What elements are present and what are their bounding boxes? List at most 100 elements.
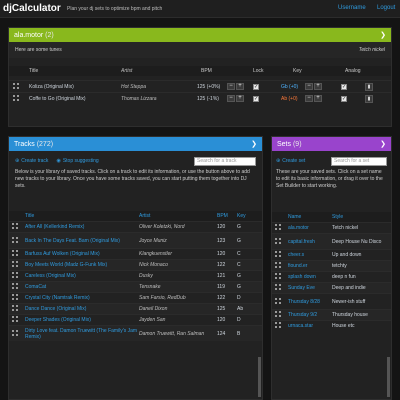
set-row[interactable]: Thursday 9/2 Thursday house	[272, 309, 391, 320]
drag-handle-icon[interactable]	[12, 294, 18, 300]
track-search-input[interactable]	[194, 156, 256, 166]
drag-handle-icon[interactable]	[12, 261, 18, 267]
drag-handle-icon[interactable]	[12, 283, 18, 289]
drag-handle-icon[interactable]	[275, 224, 281, 230]
logout-link[interactable]: Logout	[377, 5, 395, 11]
drag-handle-icon[interactable]	[275, 237, 281, 244]
track-title[interactable]: Boy Meets World (Madz G-Funk Mix)	[25, 262, 139, 268]
key-minus-button[interactable]: −	[305, 95, 313, 102]
set-name[interactable]: ala.motor	[288, 225, 332, 231]
bpm-minus-button[interactable]: −	[227, 95, 235, 102]
key-plus-button[interactable]: +	[314, 95, 322, 102]
track-row[interactable]: After All (Kellerkind Remix) Oliver Kolet…	[9, 221, 262, 232]
set-row[interactable]: urnaca.star House etc	[272, 320, 391, 331]
drag-handle-icon[interactable]	[275, 273, 281, 279]
set-name[interactable]: cheer.s	[288, 252, 332, 258]
set-name[interactable]: Thursday 9/2	[288, 312, 332, 318]
col-style[interactable]: Style	[332, 214, 388, 220]
track-title[interactable]: Deeper Shades (Original Mix)	[25, 317, 139, 323]
tracks-scrollbar[interactable]	[258, 357, 261, 397]
sets-scrollbar[interactable]	[387, 357, 390, 397]
drag-handle-icon[interactable]	[12, 236, 18, 243]
drag-handle-icon[interactable]	[275, 297, 281, 304]
drag-handle-icon[interactable]	[275, 311, 281, 317]
set-builder-header[interactable]: ala.motor (2) ❯	[9, 28, 391, 42]
key-plus-button[interactable]: +	[314, 83, 322, 90]
lock-checkbox[interactable]: ✓	[253, 95, 259, 102]
track-title[interactable]: Dance Dance (Original Mix)	[25, 306, 139, 312]
set-track-row[interactable]: Koliza (Original Mix) Hot Steppa 125 (+0…	[9, 80, 391, 92]
drag-handle-icon[interactable]	[12, 316, 18, 322]
analog-checkbox[interactable]: ✓	[341, 83, 347, 90]
chevron-down-icon[interactable]: ❯	[251, 140, 257, 148]
bpm-minus-button[interactable]: −	[227, 83, 235, 90]
drag-handle-icon[interactable]	[12, 305, 18, 311]
stop-suggesting-link[interactable]: Stop suggesting	[63, 158, 99, 164]
track-row[interactable]: Deeper Shades (Original Mix) Jayden San 12…	[9, 314, 262, 325]
plus-circle-icon[interactable]: ⊕	[15, 158, 19, 164]
set-name[interactable]: splash down	[288, 274, 332, 280]
col-bpm[interactable]: BPM	[217, 213, 237, 219]
drag-handle-icon[interactable]	[275, 251, 281, 257]
drag-handle-icon[interactable]	[12, 272, 18, 278]
track-row[interactable]: Barfuss Auf Wolken (Original Mix) Klangku…	[9, 248, 262, 259]
set-row[interactable]: splash down deep n fun	[272, 271, 391, 282]
track-row[interactable]: Back In The Days Feat. Bam (Original Mix…	[9, 232, 262, 248]
set-row[interactable]: fiound.er tetchty	[272, 260, 391, 271]
trash-icon[interactable]: ▮	[365, 94, 373, 103]
track-row[interactable]: Dance Dance (Original Mix) Daneil Dixon 12…	[9, 303, 262, 314]
set-row[interactable]: cheer.s Up and down	[272, 249, 391, 260]
set-name[interactable]: capital.fresh	[288, 239, 332, 245]
key-minus-button[interactable]: −	[305, 83, 313, 90]
track-title[interactable]: Dirty Love feat. Damon Truewitt (The Fam…	[25, 328, 139, 340]
col-key[interactable]: Key	[237, 213, 257, 219]
brand-logo[interactable]: djCalculator	[3, 3, 61, 14]
set-track-row[interactable]: Coffe to Go (Original Mix) Thomas Lizzar…	[9, 92, 391, 104]
create-set-link[interactable]: Create set	[282, 158, 305, 164]
drag-handle-icon[interactable]	[13, 94, 19, 101]
set-search-input[interactable]	[331, 156, 387, 166]
track-row[interactable]: ComaCat Tensnake 119 G	[9, 281, 262, 292]
track-row[interactable]: Crystal City (Namtrak Remix) Sam Farsio, …	[9, 292, 262, 303]
set-name[interactable]: Sunday Eve	[288, 285, 332, 291]
bpm-plus-button[interactable]: +	[236, 83, 244, 90]
col-title[interactable]: Title	[25, 213, 139, 219]
create-track-link[interactable]: Create track	[21, 158, 48, 164]
track-title[interactable]: After All (Kellerkind Remix)	[25, 224, 139, 230]
track-title[interactable]: Back In The Days Feat. Bam (Original Mix…	[25, 238, 139, 244]
drag-handle-icon[interactable]	[275, 262, 281, 268]
track-title[interactable]: Crystal City (Namtrak Remix)	[25, 295, 139, 301]
col-name[interactable]: Name	[288, 214, 332, 220]
set-row[interactable]: capital.fresh Deep House Nu Disco	[272, 233, 391, 249]
chevron-down-icon[interactable]: ❯	[380, 31, 386, 39]
set-row[interactable]: ala.motor Tetch nickel	[272, 222, 391, 233]
track-title[interactable]: ComaCat	[25, 284, 139, 290]
set-name[interactable]: urnaca.star	[288, 323, 332, 329]
track-row[interactable]: Careless (Original Mix) Dusky 121 G	[9, 270, 262, 281]
drag-handle-icon[interactable]	[275, 284, 281, 290]
tracks-header[interactable]: Tracks (272) ❯	[9, 137, 262, 151]
lock-checkbox[interactable]: ✓	[253, 83, 259, 90]
set-name[interactable]: Thursday 8/28	[288, 299, 332, 305]
drag-handle-icon[interactable]	[13, 82, 19, 89]
analog-checkbox[interactable]: ✓	[341, 95, 347, 102]
drag-handle-icon[interactable]	[275, 322, 281, 328]
sets-header[interactable]: Sets (9) ❯	[272, 137, 391, 151]
set-name[interactable]: fiound.er	[288, 263, 332, 269]
drag-handle-icon[interactable]	[12, 223, 18, 229]
col-artist[interactable]: Artist	[139, 213, 217, 219]
drag-handle-icon[interactable]	[12, 329, 18, 336]
track-title[interactable]: Careless (Original Mix)	[25, 273, 139, 279]
set-row[interactable]: Sunday Eve Deep and indie	[272, 282, 391, 293]
username-link[interactable]: Username	[338, 5, 366, 11]
trash-icon[interactable]: ▮	[365, 82, 373, 91]
set-row[interactable]: Thursday 8/28 Newer-ish stuff	[272, 293, 391, 309]
stop-icon[interactable]: ◉	[56, 158, 60, 164]
chevron-down-icon[interactable]: ❯	[380, 140, 386, 148]
track-title[interactable]: Barfuss Auf Wolken (Original Mix)	[25, 251, 139, 257]
plus-circle-icon[interactable]: ⊕	[276, 158, 280, 164]
track-row[interactable]: Boy Meets World (Madz G-Funk Mix) Nick Mo…	[9, 259, 262, 270]
drag-handle-icon[interactable]	[12, 250, 18, 256]
track-row[interactable]: Dirty Love feat. Damon Truewitt (The Fam…	[9, 325, 262, 341]
bpm-plus-button[interactable]: +	[236, 95, 244, 102]
